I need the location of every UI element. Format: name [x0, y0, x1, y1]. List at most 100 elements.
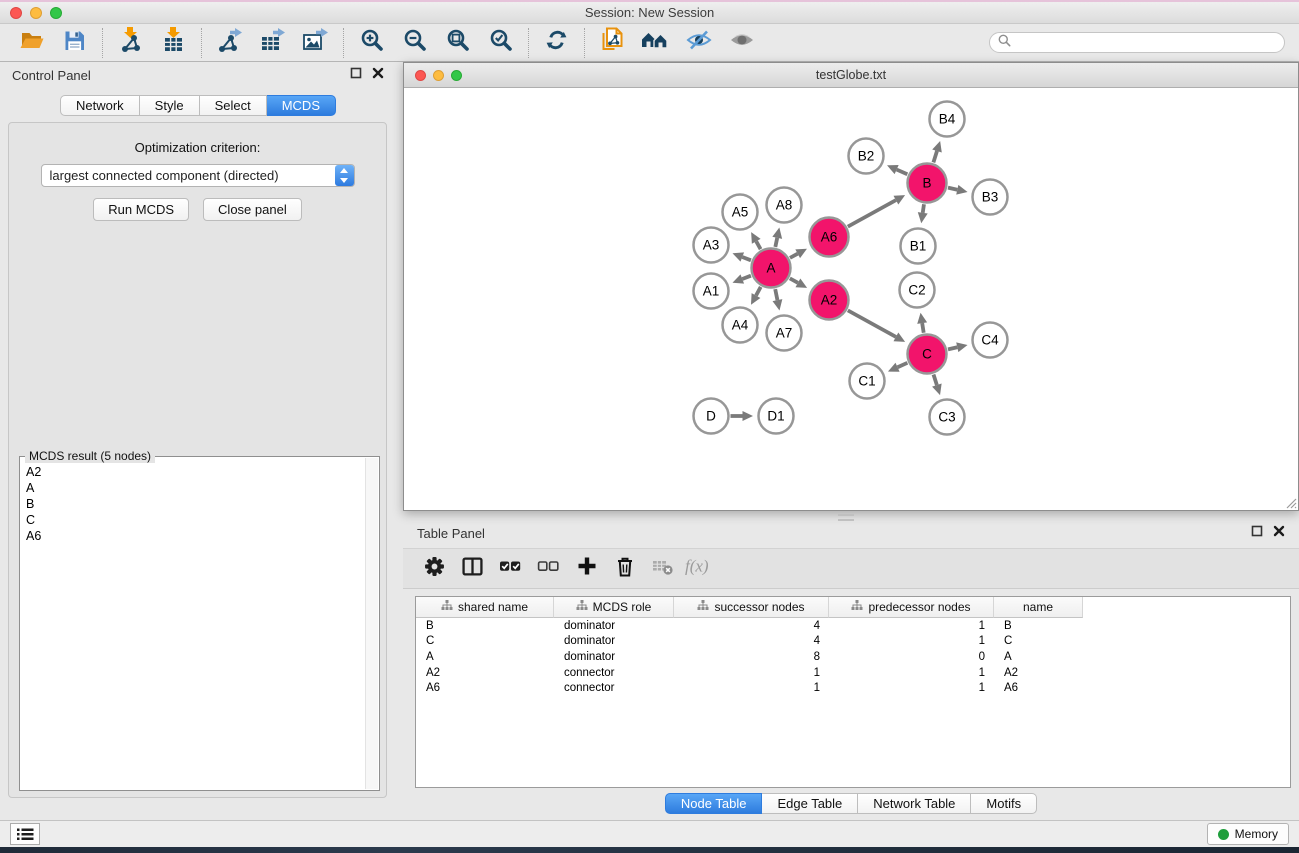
search-field[interactable] [989, 32, 1285, 53]
zoom-selected-button[interactable] [479, 27, 522, 59]
columns-button[interactable] [458, 554, 487, 584]
network-graph[interactable]: B4B2BB3A8A5A6A3B1AC2A1A2A4A7C4CC1C3DD1 [404, 88, 1298, 510]
column-header-successor-nodes[interactable]: successor nodes [674, 597, 829, 618]
cell-predecessor-nodes[interactable]: 1 [829, 620, 994, 632]
graph-node-A2[interactable]: A2 [810, 281, 849, 320]
float-panel-icon[interactable] [350, 66, 362, 84]
cell-successor-nodes[interactable]: 1 [674, 667, 829, 679]
add-column-button[interactable] [572, 554, 601, 584]
home-button[interactable] [634, 27, 677, 59]
tab-style[interactable]: Style [140, 95, 200, 116]
zoom-in-button[interactable] [350, 27, 393, 59]
table-row[interactable]: Adominator80A [416, 649, 1290, 665]
import-table-button[interactable] [152, 27, 195, 59]
graph-node-B1[interactable]: B1 [901, 229, 936, 264]
graph-node-A3[interactable]: A3 [694, 228, 729, 263]
optimization-criterion-dropdown[interactable]: largest connected component (directed) [41, 164, 355, 187]
hide-graphics-details-button[interactable] [677, 27, 720, 59]
edge-C-C3[interactable] [934, 374, 937, 385]
result-item[interactable]: B [26, 496, 373, 512]
graph-node-D1[interactable]: D1 [759, 399, 794, 434]
tab-node-table[interactable]: Node Table [665, 793, 763, 814]
resize-grip-icon[interactable] [1285, 497, 1297, 509]
cell-name[interactable]: C [994, 635, 1083, 647]
minimize-window-button[interactable] [30, 7, 42, 19]
edge-B-B3[interactable] [948, 188, 957, 190]
edge-A-A3[interactable] [742, 257, 751, 260]
result-item[interactable]: C [26, 512, 373, 528]
graph-node-A8[interactable]: A8 [767, 188, 802, 223]
export-image-button[interactable] [294, 27, 337, 59]
search-input[interactable] [1016, 36, 1276, 50]
edge-A-A2[interactable] [790, 278, 798, 282]
edge-C-C2[interactable] [922, 323, 924, 333]
cell-name[interactable]: A2 [994, 667, 1083, 679]
graph-node-A1[interactable]: A1 [694, 274, 729, 309]
edge-A-A8[interactable] [775, 238, 777, 247]
graph-node-B[interactable]: B [908, 164, 947, 203]
graph-node-C2[interactable]: C2 [900, 273, 935, 308]
network-close-button[interactable] [415, 70, 426, 81]
tab-network-table[interactable]: Network Table [858, 793, 971, 814]
table-row[interactable]: A2connector11A2 [416, 665, 1290, 681]
result-item[interactable]: A6 [26, 528, 373, 544]
graph-node-C4[interactable]: C4 [973, 323, 1008, 358]
tab-mcds[interactable]: MCDS [267, 95, 336, 116]
cell-MCDS-role[interactable]: dominator [554, 651, 674, 663]
edge-B-B2[interactable] [897, 170, 908, 175]
zoom-fit-button[interactable] [436, 27, 479, 59]
table-row[interactable]: A6connector11A6 [416, 680, 1290, 696]
graph-node-A[interactable]: A [752, 249, 791, 288]
save-session-button[interactable] [53, 27, 96, 59]
result-item[interactable]: A2 [26, 464, 373, 480]
graph-node-D[interactable]: D [694, 399, 729, 434]
graph-node-A6[interactable]: A6 [810, 218, 849, 257]
table-row[interactable]: Bdominator41B [416, 618, 1290, 634]
column-header-predecessor-nodes[interactable]: predecessor nodes [829, 597, 994, 618]
refresh-layout-button[interactable] [535, 27, 578, 59]
cell-predecessor-nodes[interactable]: 1 [829, 682, 994, 694]
cell-predecessor-nodes[interactable]: 0 [829, 651, 994, 663]
deselect-all-button[interactable] [534, 554, 563, 584]
edge-A2-C[interactable] [848, 310, 896, 336]
close-window-button[interactable] [10, 7, 22, 19]
graph-node-C1[interactable]: C1 [850, 364, 885, 399]
network-from-selection-button[interactable] [591, 27, 634, 59]
edge-B-B4[interactable] [933, 151, 937, 163]
tab-network[interactable]: Network [60, 95, 140, 116]
graph-node-A7[interactable]: A7 [767, 316, 802, 351]
cell-shared-name[interactable]: C [416, 635, 554, 647]
cell-predecessor-nodes[interactable]: 1 [829, 635, 994, 647]
cell-successor-nodes[interactable]: 1 [674, 682, 829, 694]
cell-successor-nodes[interactable]: 8 [674, 651, 829, 663]
graph-node-A4[interactable]: A4 [723, 308, 758, 343]
select-all-button[interactable] [496, 554, 525, 584]
mcds-result-list[interactable]: A2ABCA6 [20, 457, 379, 551]
result-item[interactable]: A [26, 480, 373, 496]
edge-C-C1[interactable] [898, 363, 908, 367]
show-graphics-details-button[interactable] [720, 27, 763, 59]
column-header-name[interactable]: name [994, 597, 1083, 618]
graph-node-B2[interactable]: B2 [849, 139, 884, 174]
edge-A-A5[interactable] [756, 241, 760, 249]
cell-name[interactable]: B [994, 620, 1083, 632]
edge-A-A4[interactable] [756, 287, 761, 296]
cell-name[interactable]: A6 [994, 682, 1083, 694]
graph-node-B3[interactable]: B3 [973, 180, 1008, 215]
cell-successor-nodes[interactable]: 4 [674, 635, 829, 647]
graph-node-B4[interactable]: B4 [930, 102, 965, 137]
column-header-shared-name[interactable]: shared name [416, 597, 554, 618]
edge-A6-B[interactable] [848, 200, 896, 226]
tab-motifs[interactable]: Motifs [971, 793, 1037, 814]
tab-select[interactable]: Select [200, 95, 267, 116]
cell-successor-nodes[interactable]: 4 [674, 620, 829, 632]
network-window-titlebar[interactable]: testGlobe.txt [404, 63, 1298, 88]
graph-node-C[interactable]: C [908, 335, 947, 374]
graph-node-C3[interactable]: C3 [930, 400, 965, 435]
edge-C-C4[interactable] [948, 347, 957, 349]
run-mcds-button[interactable]: Run MCDS [93, 198, 189, 221]
zoom-window-button[interactable] [50, 7, 62, 19]
network-canvas[interactable]: B4B2BB3A8A5A6A3B1AC2A1A2A4A7C4CC1C3DD1 [404, 88, 1298, 510]
float-table-panel-icon[interactable] [1251, 524, 1263, 542]
edge-A-A1[interactable] [742, 276, 751, 279]
